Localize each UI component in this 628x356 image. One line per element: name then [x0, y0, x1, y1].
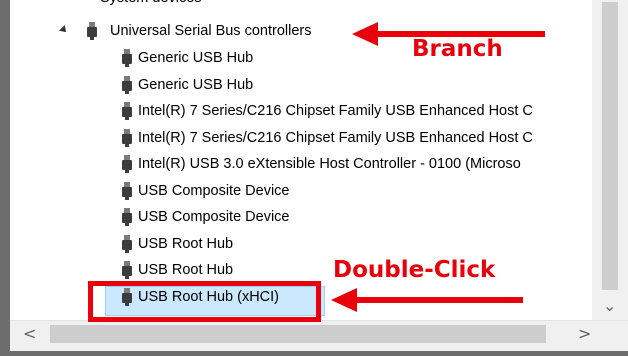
double-click-callout: Double-Click: [333, 257, 496, 283]
branch-callout: Branch: [412, 36, 503, 62]
double-click-arrow-head: [331, 288, 357, 312]
branch-arrow-head: [352, 22, 378, 46]
double-click-highlight-box: [88, 281, 321, 322]
